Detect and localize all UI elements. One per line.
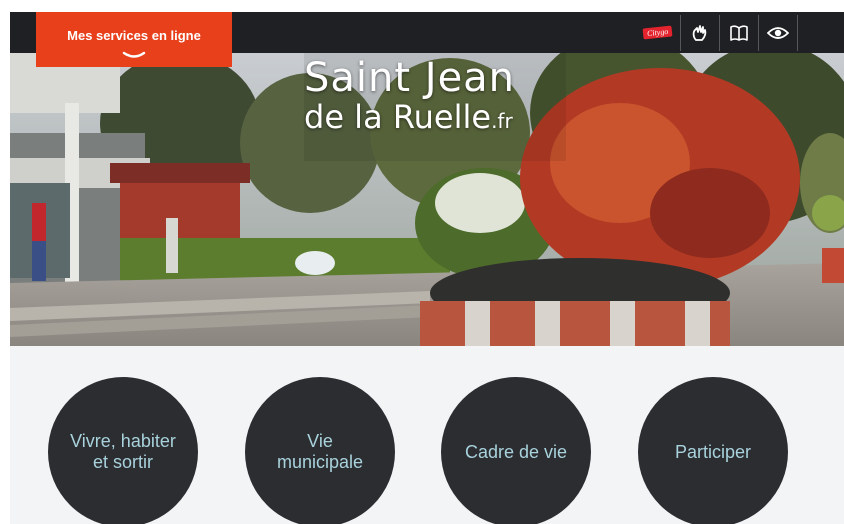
card-label: Participer bbox=[674, 441, 752, 462]
card-label: Vivre, habiter et sortir bbox=[70, 431, 176, 472]
services-en-ligne-button[interactable]: Mes services en ligne bbox=[36, 12, 232, 67]
services-button-label: Mes services en ligne bbox=[67, 28, 201, 43]
site-title[interactable]: Saint Jean de la Ruelle.fr bbox=[304, 57, 564, 139]
page: Citygo Mes services en ligne Saint Jean … bbox=[10, 12, 844, 524]
eye-icon bbox=[767, 26, 789, 39]
book-button[interactable] bbox=[719, 14, 758, 51]
site-title-tld: .fr bbox=[491, 109, 513, 133]
toolbar: Citygo bbox=[638, 12, 844, 53]
card-cadre-de-vie[interactable]: Cadre de vie bbox=[441, 377, 591, 524]
card-label: Vie municipale bbox=[276, 431, 364, 472]
hero-banner: Saint Jean de la Ruelle.fr bbox=[10, 53, 844, 346]
card-participer[interactable]: Participer bbox=[638, 377, 788, 524]
citygo-link[interactable]: Citygo bbox=[638, 15, 678, 51]
card-vie-municipale[interactable]: Vie municipale bbox=[245, 377, 395, 524]
book-icon bbox=[730, 24, 748, 41]
sign-language-icon bbox=[692, 24, 707, 41]
site-title-name: de la Ruelle bbox=[304, 98, 492, 136]
theme-cards: Vivre, habiter et sortir Vie municipale … bbox=[10, 346, 844, 524]
site-title-line1: Saint Jean bbox=[304, 55, 516, 101]
citygo-logo: Citygo bbox=[642, 25, 674, 40]
site-title-line2: de la Ruelle.fr bbox=[304, 99, 564, 139]
card-label: Cadre de vie bbox=[464, 441, 568, 462]
card-vivre-habiter-sortir[interactable]: Vivre, habiter et sortir bbox=[48, 377, 198, 524]
sign-language-button[interactable] bbox=[680, 14, 719, 51]
accessibility-view-button[interactable] bbox=[758, 14, 798, 51]
chevron-down-icon bbox=[122, 51, 146, 58]
